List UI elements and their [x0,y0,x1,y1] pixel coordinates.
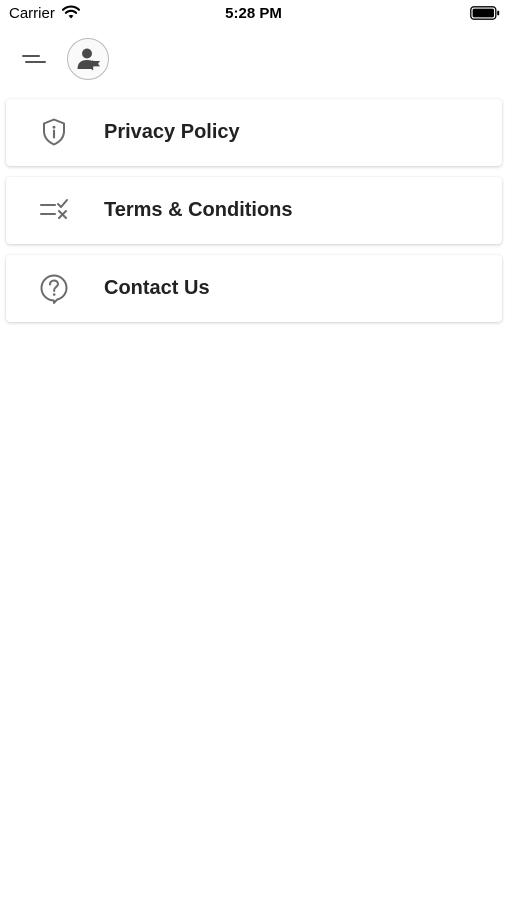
contact-us-label: Contact Us [104,277,210,299]
terms-conditions-item[interactable]: Terms & Conditions [6,177,502,244]
status-time: 5:28 PM [225,5,282,22]
status-bar: Carrier 5:28 PM [0,0,507,28]
hamburger-menu-icon [22,55,46,63]
menu-button[interactable] [20,46,48,72]
contact-us-item[interactable]: Contact Us [6,255,502,322]
checklist-icon [40,199,68,219]
privacy-policy-item[interactable]: Privacy Policy [6,99,502,166]
user-flag-icon [77,48,100,70]
shield-info-icon [43,118,65,146]
privacy-policy-label: Privacy Policy [104,121,240,143]
menu-list: Privacy Policy Terms & Conditions Contac… [6,99,502,333]
terms-conditions-label: Terms & Conditions [104,199,293,221]
help-bubble-icon [40,274,68,304]
profile-avatar-button[interactable] [67,38,109,80]
top-bar [0,36,507,84]
battery-full-icon [470,6,500,20]
